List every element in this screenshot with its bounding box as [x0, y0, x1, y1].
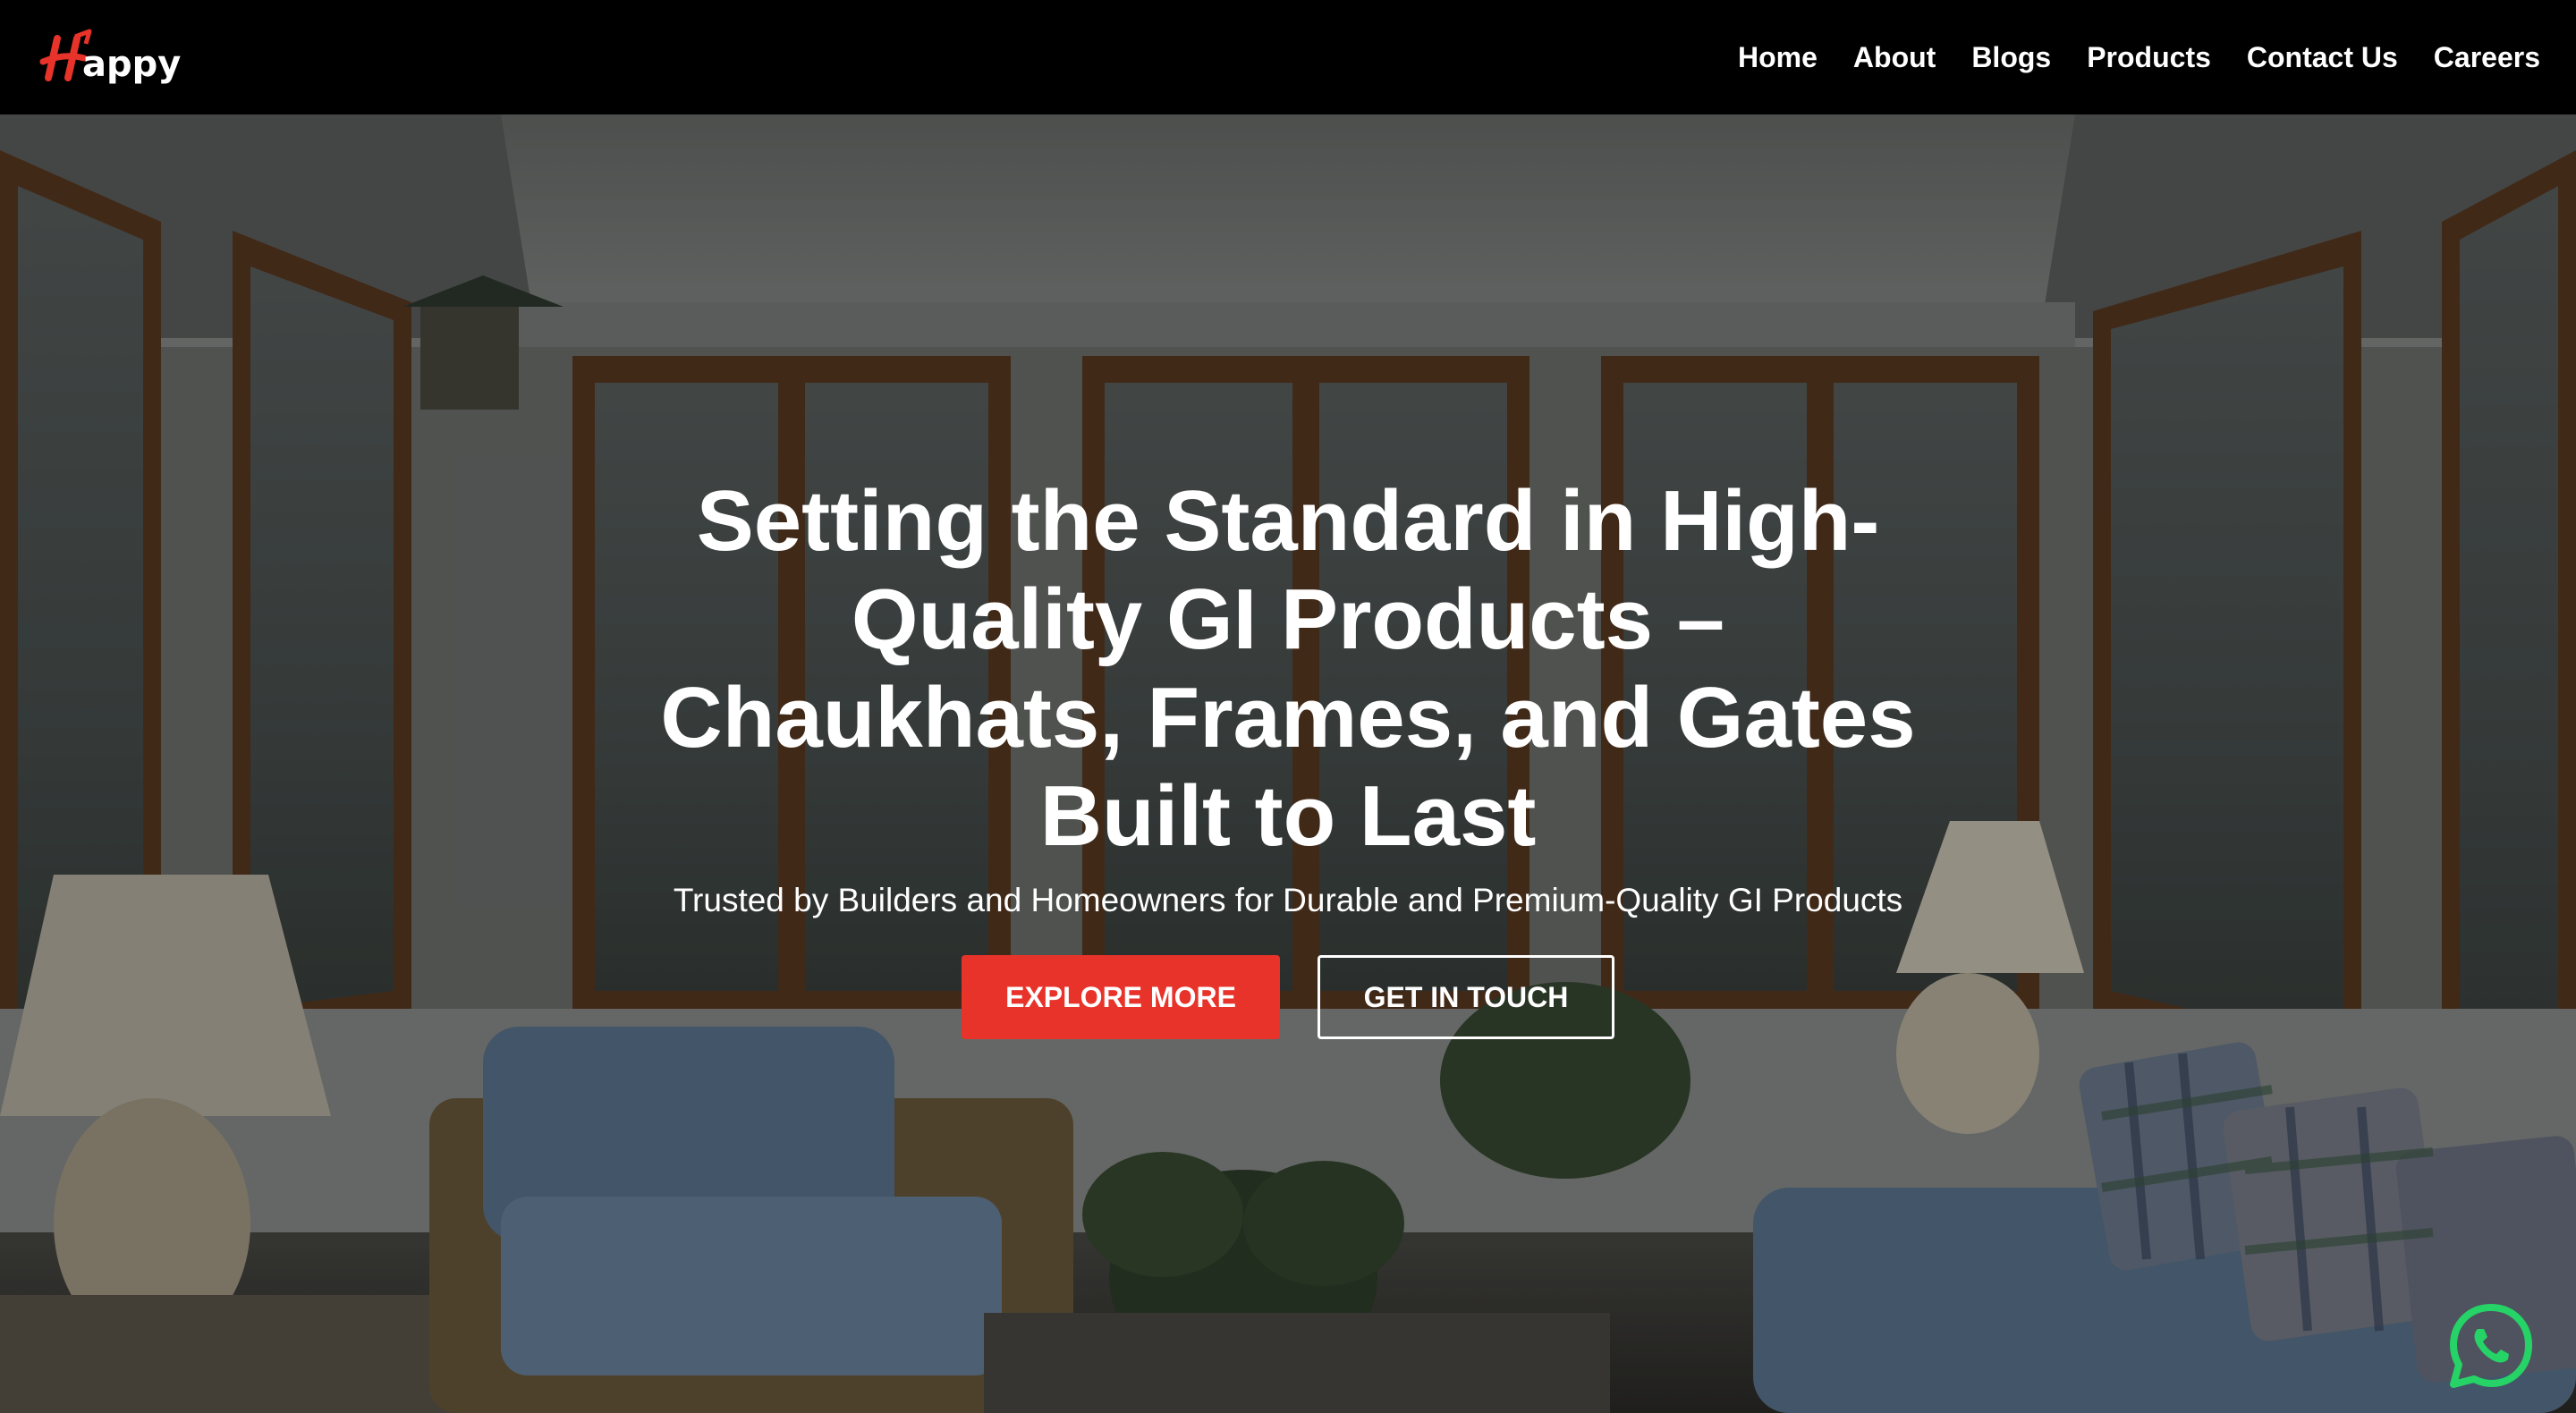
- logo-wordmark: appy: [82, 44, 182, 85]
- hero-section: Setting the Standard in High-Quality GI …: [0, 114, 2576, 1413]
- nav-careers[interactable]: Careers: [2434, 41, 2540, 74]
- whatsapp-icon: [2450, 1304, 2532, 1388]
- nav-about[interactable]: About: [1853, 41, 1936, 74]
- nav-blogs[interactable]: Blogs: [1971, 41, 2051, 74]
- hero-content: Setting the Standard in High-Quality GI …: [0, 472, 2576, 1039]
- whatsapp-button[interactable]: [2445, 1300, 2537, 1392]
- get-in-touch-button[interactable]: GET IN TOUCH: [1318, 955, 1614, 1039]
- nav-home[interactable]: Home: [1738, 41, 1818, 74]
- explore-more-button[interactable]: EXPLORE MORE: [962, 955, 1280, 1039]
- nav-contact-us[interactable]: Contact Us: [2247, 41, 2398, 74]
- hero-subtitle: Trusted by Builders and Homeowners for D…: [673, 882, 1903, 918]
- hero-buttons: EXPLORE MORE GET IN TOUCH: [962, 955, 1614, 1039]
- main-nav: Home About Blogs Products Contact Us Car…: [1738, 41, 2540, 74]
- brand-logo[interactable]: appy: [39, 26, 182, 89]
- hero-title: Setting the Standard in High-Quality GI …: [660, 473, 1916, 864]
- site-header: appy Home About Blogs Products Contact U…: [0, 0, 2576, 114]
- nav-products[interactable]: Products: [2087, 41, 2211, 74]
